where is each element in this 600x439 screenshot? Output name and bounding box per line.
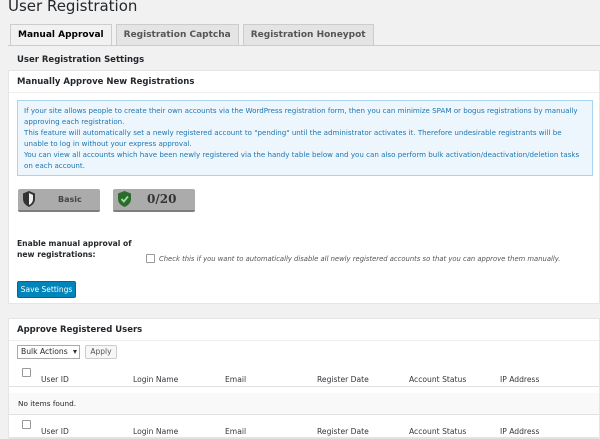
table-header: User ID Login Name Email Register Date A…	[9, 363, 599, 387]
manual-approval-option-label: Enable manual approval of new registrati…	[17, 239, 132, 259]
chevron-down-icon	[73, 350, 77, 354]
column-login-name[interactable]: Login Name	[133, 375, 178, 384]
shield-icon	[23, 191, 35, 207]
manual-approval-box: Manually Approve New Registrations If yo…	[8, 70, 600, 304]
tab-manual-approval[interactable]: Manual Approval	[10, 24, 112, 46]
column-email[interactable]: Email	[225, 375, 246, 384]
info-paragraph-3: You can view all accounts which have bee…	[24, 149, 580, 170]
save-settings-button[interactable]: Save Settings	[17, 281, 76, 298]
check-shield-icon	[118, 191, 131, 207]
approve-users-box: Approve Registered Users Bulk Actions Ap…	[8, 318, 600, 439]
tab-registration-captcha[interactable]: Registration Captcha	[115, 24, 239, 45]
section-heading: User Registration Settings	[17, 55, 145, 65]
tab-registration-honeypot[interactable]: Registration Honeypot	[242, 24, 374, 45]
manual-approval-checkbox[interactable]	[146, 254, 155, 263]
manual-approval-box-title: Manually Approve New Registrations	[9, 71, 599, 93]
bulk-actions-select[interactable]: Bulk Actions	[17, 345, 80, 359]
empty-table-message: No items found.	[9, 393, 599, 415]
info-paragraph-1: If your site allows people to create the…	[24, 106, 578, 126]
column-ip-address[interactable]: IP Address	[500, 375, 539, 384]
info-paragraph-2: This feature will automatically set a ne…	[24, 127, 562, 148]
table-footer: User ID Login Name Email Register Date A…	[9, 415, 599, 439]
security-level-label: Basic	[58, 195, 82, 204]
apply-button[interactable]: Apply	[85, 345, 117, 359]
page-title: User Registration	[8, 0, 138, 15]
info-notice: If your site allows people to create the…	[17, 100, 593, 176]
bulk-actions-selected: Bulk Actions	[21, 347, 68, 356]
security-points-label: 0/20	[147, 192, 177, 206]
select-all-checkbox[interactable]	[22, 368, 31, 377]
column-account-status[interactable]: Account Status	[409, 375, 466, 384]
security-points-badge: 0/20	[113, 189, 195, 212]
select-all-checkbox-footer[interactable]	[22, 420, 31, 429]
column-register-date[interactable]: Register Date	[317, 375, 369, 384]
approve-users-box-title: Approve Registered Users	[9, 319, 599, 341]
security-level-badge: Basic	[18, 189, 100, 212]
manual-approval-option-description: Check this if you want to automatically …	[159, 255, 561, 263]
settings-tabs: Manual Approval Registration Captcha Reg…	[10, 24, 378, 46]
column-user-id[interactable]: User ID	[41, 375, 69, 384]
tabs-divider	[8, 45, 600, 46]
